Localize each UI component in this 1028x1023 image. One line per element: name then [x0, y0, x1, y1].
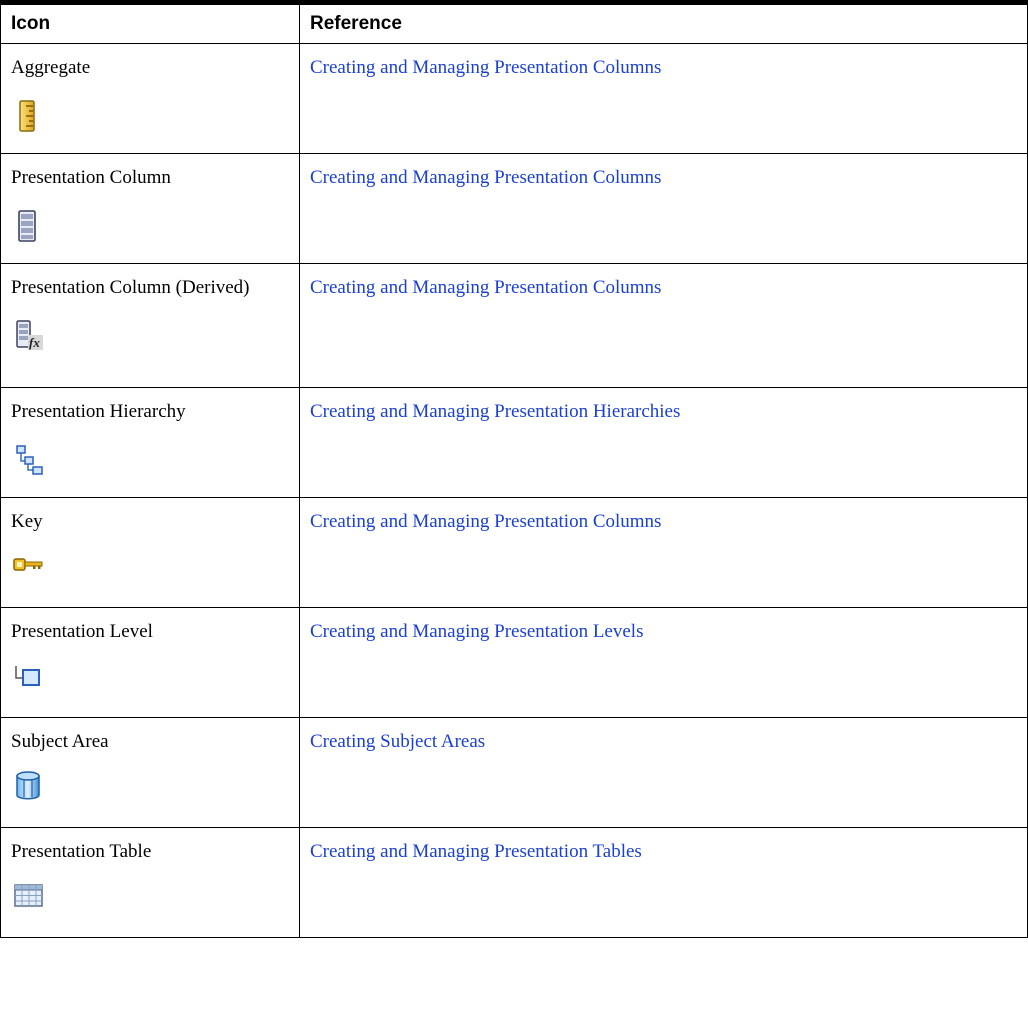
subject-area-cylinder-icon — [11, 768, 45, 802]
icon-name: Aggregate — [11, 57, 91, 78]
reference-link[interactable]: Creating and Managing Presentation Colum… — [310, 277, 661, 298]
table-row: Aggregate Creating and Managing Presenta… — [0, 43, 1028, 154]
reference-link[interactable]: Creating and Managing Presentation Level… — [310, 621, 643, 642]
level-icon — [11, 658, 45, 692]
reference-cell: Creating Subject Areas — [299, 717, 1028, 828]
reference-link[interactable]: Creating and Managing Presentation Colum… — [310, 511, 661, 532]
table-row: Subject Area Creating Subject Areas — [0, 717, 1028, 828]
svg-text:fx: fx — [29, 335, 40, 350]
reference-cell: Creating and Managing Presentation Colum… — [299, 153, 1028, 264]
reference-cell: Creating and Managing Presentation Colum… — [299, 497, 1028, 608]
reference-link[interactable]: Creating and Managing Presentation Colum… — [310, 167, 661, 188]
icon-cell: Subject Area — [0, 717, 300, 828]
reference-link[interactable]: Creating and Managing Presentation Colum… — [310, 57, 661, 78]
table-row: Presentation Level Creating and Managing… — [0, 607, 1028, 718]
table-row: Presentation Table Creating and Managing… — [0, 827, 1028, 938]
table-grid-icon — [11, 878, 45, 912]
icon-cell: Presentation Column — [0, 153, 300, 264]
derived-column-fx-icon: fx — [11, 319, 45, 353]
header-reference: Reference — [299, 0, 1028, 44]
icon-name: Presentation Level — [11, 621, 153, 642]
icon-cell: Key — [0, 497, 300, 608]
icon-cell: Presentation Level — [0, 607, 300, 718]
reference-link[interactable]: Creating Subject Areas — [310, 731, 485, 752]
key-icon — [11, 548, 45, 582]
table-header-row: Icon Reference — [0, 0, 1028, 44]
reference-cell: Creating and Managing Presentation Colum… — [299, 43, 1028, 154]
table-row: Presentation Column Creating and Managin… — [0, 153, 1028, 264]
reference-cell: Creating and Managing Presentation Level… — [299, 607, 1028, 718]
reference-cell: Creating and Managing Presentation Table… — [299, 827, 1028, 938]
table-row: Key Creating and Managing Presentation C… — [0, 497, 1028, 608]
icon-name: Presentation Table — [11, 841, 152, 862]
table-row: Presentation Column (Derived) fx Creatin… — [0, 263, 1028, 388]
icon-cell: Presentation Column (Derived) fx — [0, 263, 300, 388]
reference-cell: Creating and Managing Presentation Hiera… — [299, 387, 1028, 498]
icon-name: Presentation Column — [11, 167, 171, 188]
icon-name: Presentation Hierarchy — [11, 401, 186, 422]
icon-cell: Presentation Table — [0, 827, 300, 938]
reference-cell: Creating and Managing Presentation Colum… — [299, 263, 1028, 388]
icon-name: Presentation Column (Derived) — [11, 277, 250, 298]
icon-name: Key — [11, 511, 43, 532]
aggregate-ruler-icon — [11, 99, 45, 133]
icon-name: Subject Area — [11, 731, 109, 752]
table-row: Presentation Hierarchy Creating and Mana… — [0, 387, 1028, 498]
reference-link[interactable]: Creating and Managing Presentation Table… — [310, 841, 642, 862]
presentation-column-icon — [11, 209, 45, 243]
icon-reference-table: Icon Reference Aggregate Creating and Ma… — [0, 0, 1028, 938]
reference-link[interactable]: Creating and Managing Presentation Hiera… — [310, 401, 680, 422]
hierarchy-icon — [11, 443, 45, 477]
icon-cell: Aggregate — [0, 43, 300, 154]
header-icon: Icon — [0, 0, 300, 44]
icon-cell: Presentation Hierarchy — [0, 387, 300, 498]
